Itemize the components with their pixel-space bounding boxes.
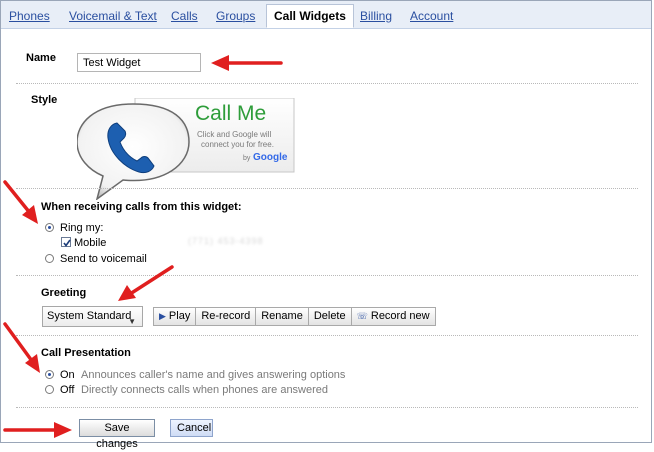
arrow-to-call-presentation: [3, 322, 40, 373]
arrow-to-name-field: [211, 55, 283, 71]
arrow-to-greeting-select: [118, 265, 174, 301]
arrow-to-save-button: [3, 422, 72, 438]
arrow-to-receiving-section: [3, 180, 38, 224]
annotation-arrows: [3, 55, 283, 438]
